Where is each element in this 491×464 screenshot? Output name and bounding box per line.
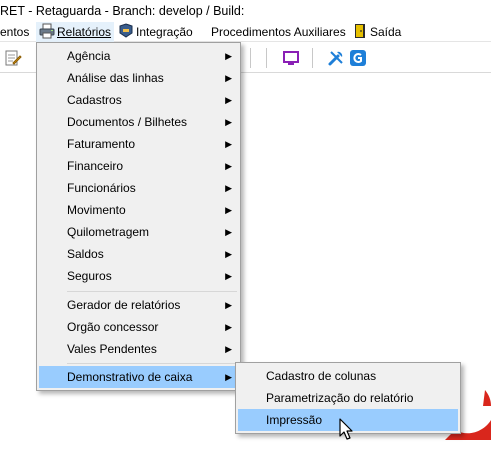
window-title: RET - Retaguarda - Branch: develop / Bui…: [0, 4, 245, 18]
menu-item-analise-das-linhas[interactable]: Análise das linhas ▶: [39, 67, 238, 89]
menu-item-movimentos[interactable]: entos: [0, 22, 29, 42]
menu-item-demonstrativo-de-caixa[interactable]: Demonstrativo de caixa ▶: [39, 366, 238, 388]
mouse-cursor-icon: [339, 418, 355, 442]
submenu-arrow-icon: ▶: [225, 139, 232, 149]
tools-icon[interactable]: [327, 49, 345, 67]
menu-item-label: Impressão: [266, 413, 323, 427]
menu-item-label: Financeiro: [67, 159, 124, 173]
submenu-arrow-icon: ▶: [225, 205, 232, 215]
g-app-icon[interactable]: [349, 49, 367, 67]
menu-separator: [67, 291, 237, 292]
menu-item-label: Faturamento: [67, 137, 136, 151]
toolbar-separator: [266, 48, 267, 68]
menu-item-label: Saldos: [67, 247, 104, 261]
menu-item-cadastros[interactable]: Cadastros ▶: [39, 89, 238, 111]
monitor-icon[interactable]: [282, 49, 300, 67]
submenu-arrow-icon: ▶: [225, 227, 232, 237]
menu-bar: entos Relatórios Integração Procedimento…: [0, 22, 491, 42]
menu-item-funcionarios[interactable]: Funcionários ▶: [39, 177, 238, 199]
menu-item-financeiro[interactable]: Financeiro ▶: [39, 155, 238, 177]
menu-item-cadastro-de-colunas[interactable]: Cadastro de colunas: [238, 365, 458, 387]
submenu-arrow-icon: ▶: [225, 95, 232, 105]
menu-item-label: Análise das linhas: [67, 71, 164, 85]
toolbar-separator: [312, 48, 313, 68]
submenu-arrow-icon: ▶: [225, 271, 232, 281]
integration-icon: [118, 23, 134, 39]
menu-item-label: Parametrização do relatório: [266, 391, 414, 405]
menu-item-label: Relatórios: [57, 25, 112, 39]
menu-item-label: Seguros: [67, 269, 112, 283]
submenu-arrow-icon: ▶: [225, 372, 232, 382]
menu-item-seguros[interactable]: Seguros ▶: [39, 265, 238, 287]
menu-item-label: Funcionários: [67, 181, 136, 195]
menu-item-parametrizacao-do-relatorio[interactable]: Parametrização do relatório: [238, 387, 458, 409]
submenu-arrow-icon: ▶: [225, 300, 232, 310]
submenu-arrow-icon: ▶: [225, 183, 232, 193]
menu-item-procedimentos-auxiliares[interactable]: Procedimentos Auxiliares: [211, 22, 346, 42]
submenu-arrow-icon: ▶: [225, 344, 232, 354]
menu-item-integracao[interactable]: Integração: [118, 22, 193, 42]
submenu-arrow-icon: ▶: [225, 161, 232, 171]
window-titlebar: RET - Retaguarda - Branch: develop / Bui…: [0, 0, 491, 22]
menu-item-label: Documentos / Bilhetes: [67, 115, 188, 129]
submenu-arrow-icon: ▶: [225, 322, 232, 332]
menu-item-vales-pendentes[interactable]: Vales Pendentes ▶: [39, 338, 238, 360]
menu-item-movimento[interactable]: Movimento ▶: [39, 199, 238, 221]
menu-item-label: Procedimentos Auxiliares: [211, 25, 346, 39]
edit-document-icon[interactable]: [4, 49, 22, 67]
menu-item-label: entos: [0, 25, 30, 39]
menu-item-documentos-bilhetes[interactable]: Documentos / Bilhetes ▶: [39, 111, 238, 133]
exit-door-icon: [352, 23, 368, 39]
menu-item-label: Cadastro de colunas: [266, 369, 377, 383]
menu-item-label: Movimento: [67, 203, 126, 217]
menu-item-label: Vales Pendentes: [67, 342, 157, 356]
menu-item-agencia[interactable]: Agência ▶: [39, 45, 238, 67]
submenu-arrow-icon: ▶: [225, 117, 232, 127]
menu-item-label: Saída: [370, 25, 402, 39]
menu-item-saldos[interactable]: Saldos ▶: [39, 243, 238, 265]
menu-item-saida[interactable]: Saída: [352, 22, 401, 42]
toolbar-separator: [250, 48, 251, 68]
menu-item-quilometragem[interactable]: Quilometragem ▶: [39, 221, 238, 243]
menu-item-label: Demonstrativo de caixa: [67, 370, 193, 384]
menu-item-label: Integração: [136, 25, 193, 39]
menu-item-label: Orgão concessor: [67, 320, 159, 334]
submenu-arrow-icon: ▶: [225, 73, 232, 83]
submenu-arrow-icon: ▶: [225, 249, 232, 259]
menu-item-label: Cadastros: [67, 93, 122, 107]
menu-item-label: Agência: [67, 49, 111, 63]
relatorios-menu: Agência ▶ Análise das linhas ▶ Cadastros ▶ …: [36, 42, 241, 391]
printer-icon: [39, 23, 55, 39]
menu-item-gerador-de-relatorios[interactable]: Gerador de relatórios ▶: [39, 294, 238, 316]
menu-item-relatorios[interactable]: Relatórios: [36, 22, 115, 42]
menu-item-faturamento[interactable]: Faturamento ▶: [39, 133, 238, 155]
submenu-arrow-icon: ▶: [225, 51, 232, 61]
menu-item-label: Gerador de relatórios: [67, 298, 181, 312]
menu-item-orgao-concessor[interactable]: Orgão concessor ▶: [39, 316, 238, 338]
menu-item-label: Quilometragem: [67, 225, 150, 239]
menu-separator: [67, 363, 237, 364]
